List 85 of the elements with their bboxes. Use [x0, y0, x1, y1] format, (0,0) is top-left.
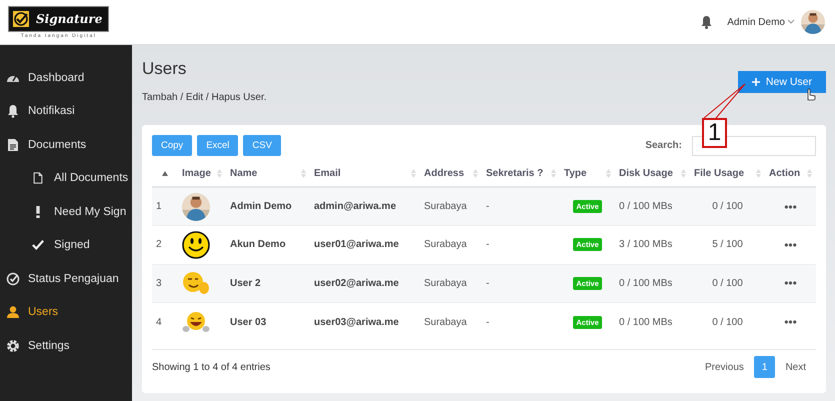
column-header[interactable]: Type	[564, 168, 587, 179]
sekretaris-value: -	[486, 239, 490, 250]
user-email: user03@ariwa.me	[314, 316, 399, 328]
disk-usage: 0 / 100 MBs	[619, 201, 672, 212]
sidebar-item[interactable]: Settings	[0, 329, 132, 362]
document-icon	[32, 170, 44, 186]
sidebar-item[interactable]: Documents	[0, 128, 132, 162]
gear-icon	[6, 338, 20, 353]
row-number: 4	[156, 316, 162, 328]
file-usage: 0 / 100	[712, 201, 743, 212]
user-name: Akun Demo	[230, 239, 286, 250]
file-usage: 5 / 100	[712, 239, 743, 250]
leader-line	[704, 84, 746, 118]
sort-icon[interactable]	[807, 169, 812, 178]
column-header[interactable]: Sekretaris ?	[486, 168, 544, 179]
sort-icon[interactable]	[551, 169, 556, 178]
sidebar-item[interactable]: Dashboard	[0, 61, 132, 94]
column-header[interactable]: Email	[314, 168, 341, 179]
row-number: 2	[156, 239, 162, 250]
sort-icon[interactable]	[301, 169, 306, 178]
column-header[interactable]: Action	[769, 168, 800, 179]
action-menu[interactable]: •••	[784, 200, 797, 214]
sort-icon[interactable]	[681, 169, 686, 178]
callout-label: 1	[702, 118, 727, 148]
user-address: Surabaya	[424, 239, 467, 250]
cursor-icon	[805, 87, 816, 101]
disk-usage: 0 / 100 MBs	[619, 316, 672, 328]
check-logo-icon	[12, 10, 30, 28]
caret-icon	[787, 19, 795, 25]
entries-info: Showing 1 to 4 of 4 entries	[152, 362, 270, 372]
user-email: user02@ariwa.me	[314, 278, 399, 289]
sort-icon[interactable]	[217, 169, 222, 178]
user-name: User 03	[230, 316, 266, 328]
laughing-emoji-icon	[182, 310, 210, 334]
winking-emoji-icon	[182, 271, 210, 296]
plus-icon	[752, 78, 760, 86]
user-name: User 2	[230, 278, 261, 289]
smiley-icon	[182, 230, 210, 259]
sekretaris-value: -	[486, 316, 490, 328]
file-usage: 0 / 100	[712, 316, 743, 328]
sort-icon[interactable]	[411, 169, 416, 178]
user-icon	[6, 305, 20, 320]
action-menu[interactable]: •••	[784, 276, 797, 290]
sidebar-item[interactable]: Signed	[0, 228, 132, 262]
user-address: Surabaya	[424, 316, 467, 328]
sort-icon[interactable]	[606, 169, 611, 178]
column-header[interactable]: Name	[230, 168, 258, 179]
user-email: user01@ariwa.me	[314, 239, 399, 250]
document-icon	[6, 138, 20, 152]
column-header[interactable]: File Usage	[694, 168, 744, 179]
file-usage: 0 / 100	[712, 278, 743, 289]
user-address: Surabaya	[424, 278, 467, 289]
page-subtitle: Tambah / Edit / Hapus User.	[142, 92, 267, 103]
action-menu[interactable]: •••	[784, 238, 797, 252]
sidebar-item[interactable]: Need My Sign	[0, 195, 132, 228]
sidebar-item[interactable]: Status Pengajuan	[0, 262, 132, 296]
row-number: 1	[156, 201, 162, 212]
action-menu[interactable]: •••	[784, 315, 797, 329]
sort-icon[interactable]	[473, 169, 478, 178]
sort-icon[interactable]	[756, 169, 761, 178]
sidebar-item[interactable]: Users	[0, 296, 132, 329]
column-header[interactable]: Disk Usage	[619, 168, 673, 179]
sort-ascending-icon[interactable]	[162, 171, 168, 176]
logo-name: Signature	[36, 12, 102, 26]
row-number: 3	[156, 278, 162, 289]
user-name: Admin Demo	[230, 201, 292, 212]
page-title: Users	[142, 59, 188, 79]
new-user-button[interactable]: New User	[738, 71, 826, 93]
column-header[interactable]: Address	[424, 168, 464, 179]
user-address: Surabaya	[424, 201, 467, 212]
sekretaris-value: -	[486, 278, 490, 289]
sekretaris-value: -	[486, 201, 490, 212]
user-email: admin@ariwa.me	[314, 201, 396, 212]
user-menu[interactable]: Admin Demo	[727, 16, 795, 28]
sidebar-item[interactable]: Notifikasi	[0, 94, 132, 128]
bell-icon	[6, 104, 20, 118]
bell-icon[interactable]	[700, 15, 714, 29]
disk-usage: 0 / 100 MBs	[619, 278, 672, 289]
search-label: Search:	[645, 140, 682, 151]
next-button[interactable]: Next	[775, 356, 816, 378]
check-circle-icon	[6, 272, 20, 286]
disk-usage: 3 / 100 MBs	[619, 239, 672, 250]
column-header[interactable]: Image	[182, 168, 211, 179]
previous-button[interactable]: Previous	[694, 356, 754, 378]
sidebar-item[interactable]: All Documents	[0, 162, 132, 195]
